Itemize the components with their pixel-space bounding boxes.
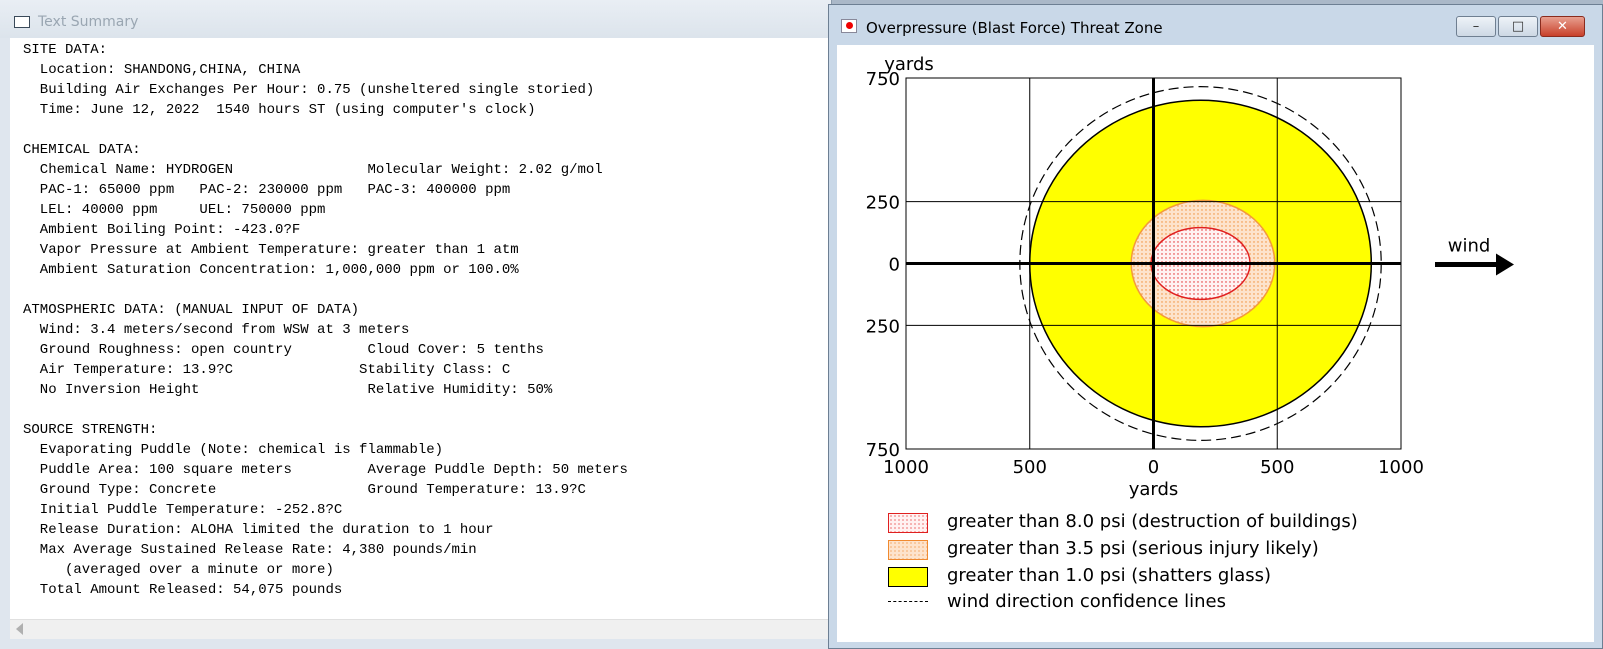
threat-zone-titlebar[interactable]: Overpressure (Blast Force) Threat Zone –… [829, 5, 1602, 41]
close-icon: ✕ [1557, 19, 1568, 34]
legend-label-orange: greater than 3.5 psi (serious injury lik… [947, 538, 1319, 559]
summary-line: Ambient Saturation Concentration: 1,000,… [39, 262, 519, 278]
legend-label-confidence: wind direction confidence lines [947, 591, 1226, 612]
y-tick-label: 0 [889, 255, 900, 276]
summary-line: Location: SHANDONG,CHINA, CHINA [39, 62, 301, 78]
summary-line: LEL: 40000 ppm UEL: 750000 ppm [39, 202, 326, 218]
summary-line: Vapor Pressure at Ambient Temperature: g… [39, 242, 519, 258]
aloha-app-icon [841, 19, 857, 33]
text-summary-content[interactable]: SITE DATA: Location: SHANDONG,CHINA, CHI… [10, 38, 828, 638]
summary-line: Air Temperature: 13.9?C Stability Class:… [39, 362, 511, 378]
summary-line: Release Duration: ALOHA limited the dura… [39, 522, 494, 538]
summary-line: (averaged over a minute or more) [65, 562, 334, 578]
summary-line: Ground Type: Concrete Ground Temperature… [39, 482, 586, 498]
x-tick-label: 500 [1260, 457, 1294, 478]
x-tick-label: 0 [1148, 457, 1159, 478]
summary-text: SITE DATA: Location: SHANDONG,CHINA, CHI… [23, 40, 628, 600]
threat-zone-plot-area: 1000 500 0 500 1000 750 250 0 250 750 yards yards wi… [837, 45, 1594, 642]
summary-line: No Inversion Height Relative Humidity: 5… [39, 382, 553, 398]
summary-line: Evaporating Puddle (Note: chemical is fl… [39, 442, 444, 458]
y-axis-unit-label: yards [884, 54, 934, 75]
legend-swatch-red [888, 513, 928, 533]
summary-line: Initial Puddle Temperature: -252.8?C [39, 502, 343, 518]
summary-line: Ground Roughness: open country Cloud Cov… [39, 342, 544, 358]
summary-line: Ambient Boiling Point: -423.0?F [39, 222, 301, 238]
summary-line: SOURCE STRENGTH: [23, 422, 158, 438]
minimize-icon: – [1472, 19, 1480, 34]
legend-label-red: greater than 8.0 psi (destruction of bui… [947, 511, 1358, 532]
scroll-left-arrow-icon[interactable] [16, 623, 23, 635]
text-summary-titlebar[interactable]: Text Summary [0, 0, 831, 38]
summary-line: Chemical Name: HYDROGEN Molecular Weight… [39, 162, 603, 178]
window-icon [14, 16, 30, 28]
summary-line: PAC-1: 65000 ppm PAC-2: 230000 ppm PAC-3… [39, 182, 511, 198]
x-tick-label: 1000 [1378, 457, 1424, 478]
summary-line: Max Average Sustained Release Rate: 4,38… [39, 542, 477, 558]
summary-line: Puddle Area: 100 square meters Average P… [39, 462, 628, 478]
summary-line: Total Amount Released: 54,075 pounds [23, 582, 343, 598]
y-tick-label: 750 [866, 440, 900, 461]
minimize-button[interactable]: – [1456, 16, 1496, 37]
maximize-button[interactable]: □ [1498, 16, 1538, 37]
y-tick-label: 250 [866, 193, 900, 214]
summary-line: CHEMICAL DATA: [23, 142, 141, 158]
wind-arrow-icon [1496, 253, 1514, 276]
summary-line: SITE DATA: [23, 42, 108, 58]
horizontal-scrollbar[interactable] [10, 619, 828, 639]
text-summary-title: Text Summary [38, 14, 139, 30]
maximize-icon: □ [1511, 19, 1525, 34]
summary-line: ATMOSPHERIC DATA: (MANUAL INPUT OF DATA) [23, 302, 360, 318]
summary-line: Wind: 3.4 meters/second from WSW at 3 me… [39, 322, 410, 338]
threat-zone-chart: 1000 500 0 500 10007502500250750yardsyardswi… [866, 54, 1514, 500]
x-axis-unit-label: yards [1129, 479, 1179, 500]
wind-label: wind [1448, 236, 1491, 257]
threat-zone-window: Overpressure (Blast Force) Threat Zone –… [828, 4, 1603, 649]
close-button[interactable]: ✕ [1540, 16, 1585, 37]
legend-swatch-yellow [888, 567, 928, 587]
summary-line: Time: June 12, 2022 1540 hours ST (using… [39, 102, 536, 118]
legend-label-yellow: greater than 1.0 psi (shatters glass) [947, 565, 1272, 586]
y-tick-label: 250 [866, 316, 900, 337]
threat-zone-title: Overpressure (Blast Force) Threat Zone [866, 19, 1163, 37]
x-tick-label: 500 [1013, 457, 1047, 478]
legend-swatch-orange [888, 540, 928, 560]
legend-swatch-confidence [888, 601, 928, 602]
text-summary-window: Text Summary SITE DATA: Location: SHANDO… [0, 0, 832, 649]
summary-line: Building Air Exchanges Per Hour: 0.75 (u… [39, 82, 595, 98]
